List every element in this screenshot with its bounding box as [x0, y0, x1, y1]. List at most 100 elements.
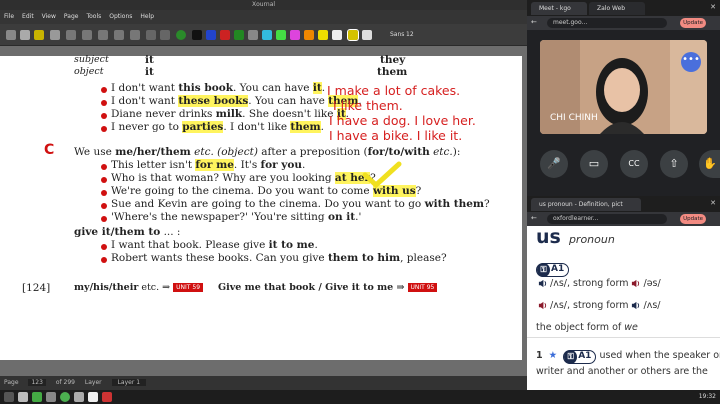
- layer-select[interactable]: Layer 1: [111, 379, 147, 386]
- menu-options[interactable]: Options: [109, 10, 132, 24]
- participant-video[interactable]: ••• CHI CHINH: [540, 40, 707, 134]
- files-icon[interactable]: [18, 392, 28, 402]
- captions-icon[interactable]: CC: [620, 150, 648, 178]
- color-light-blue[interactable]: [262, 30, 272, 40]
- url-field[interactable]: meet.goo...: [547, 18, 667, 28]
- app-menu-icon[interactable]: [4, 392, 14, 402]
- handwritten-note: I have a dog. I love her.: [329, 113, 476, 128]
- color-swatch-white[interactable]: [362, 30, 372, 40]
- color-magenta[interactable]: [290, 30, 300, 40]
- select-region-icon[interactable]: [98, 30, 108, 40]
- color-white[interactable]: [332, 30, 342, 40]
- color-blue[interactable]: [206, 30, 216, 40]
- example-line: Robert wants these books. Can you give t…: [111, 252, 447, 264]
- sense-1-continued: writer and another or others are the: [536, 366, 708, 377]
- menu-file[interactable]: File: [4, 10, 14, 24]
- speaker-us-strong-icon[interactable]: [631, 301, 640, 310]
- menu-tools[interactable]: Tools: [86, 10, 101, 24]
- speaker-uk-strong-icon[interactable]: [631, 279, 640, 288]
- headword: us: [536, 226, 561, 248]
- example-line: I want that book. Please give it to me.: [111, 239, 318, 251]
- toolbar: Sans 12: [0, 24, 527, 46]
- page-number-input[interactable]: 123: [28, 379, 46, 386]
- color-green[interactable]: [234, 30, 244, 40]
- oxford-3000-icon: ⚿: [564, 349, 578, 364]
- dictionary-entry: us pronoun ⚿ A1 /ʌs/, strong form /əs/ /ʌ…: [527, 226, 720, 390]
- color-gray[interactable]: [248, 30, 258, 40]
- clock: 19:32: [698, 393, 716, 400]
- thin-line-icon[interactable]: [146, 30, 156, 40]
- table-object-label: object: [74, 66, 104, 77]
- video-app-icon[interactable]: [102, 392, 112, 402]
- update-button[interactable]: Update: [680, 214, 706, 224]
- example-line: Sue and Kevin are going to the cinema. D…: [111, 198, 490, 210]
- pen-icon[interactable]: [6, 30, 16, 40]
- menu-page[interactable]: Page: [64, 10, 79, 24]
- chrome-icon[interactable]: [60, 392, 70, 402]
- bullet: [101, 257, 107, 263]
- vertical-space-icon[interactable]: [114, 30, 124, 40]
- entry-heading: us pronoun: [536, 226, 615, 248]
- unit-59-badge[interactable]: UNIT 59: [173, 283, 204, 292]
- url-field[interactable]: oxfordlearner...: [547, 214, 667, 224]
- camera-icon[interactable]: ▭: [580, 150, 608, 178]
- tab-zalo[interactable]: Zalo Web: [589, 2, 645, 15]
- speaker-uk-icon[interactable]: [538, 279, 547, 288]
- menu-help[interactable]: Help: [140, 10, 154, 24]
- menu-edit[interactable]: Edit: [22, 10, 34, 24]
- color-light-green[interactable]: [276, 30, 286, 40]
- selected-color-yellow[interactable]: [347, 29, 359, 41]
- bullet: [101, 203, 107, 209]
- text-tool-icon[interactable]: [50, 30, 60, 40]
- speaker-us-icon[interactable]: [538, 301, 547, 310]
- present-icon[interactable]: ⇧: [660, 150, 688, 178]
- cross-reference: my/his/their etc. ⇒ UNIT 59 Give me that…: [74, 282, 438, 293]
- color-yellow[interactable]: [318, 30, 328, 40]
- color-red[interactable]: [220, 30, 230, 40]
- color-black[interactable]: [192, 30, 202, 40]
- font-name[interactable]: Sans: [390, 31, 404, 38]
- handwritten-note: I make a lot of cakes.: [327, 83, 461, 98]
- microphone-icon[interactable]: 🎤: [540, 150, 568, 178]
- xournal-icon[interactable]: [88, 392, 98, 402]
- green-circle-icon[interactable]: [176, 30, 186, 40]
- example-line: I don't want these books. You can have t…: [111, 95, 362, 107]
- pronunciation-row-2: /ʌs/, strong form /ʌs/: [538, 300, 661, 311]
- update-button[interactable]: Update: [680, 18, 706, 28]
- tab-strip: us pronoun - Definition, pict ✕: [527, 196, 720, 212]
- font-size[interactable]: 12: [406, 31, 414, 38]
- document-canvas[interactable]: subject it they object it them I don't w…: [0, 46, 527, 376]
- folder-icon[interactable]: [46, 392, 56, 402]
- definition-intro: the object form of we: [536, 322, 638, 333]
- eraser-icon[interactable]: [20, 30, 30, 40]
- tab-meet[interactable]: Meet - kgo: [531, 2, 587, 15]
- tab-dictionary[interactable]: us pronoun - Definition, pict: [531, 198, 641, 211]
- select-rect-icon[interactable]: [82, 30, 92, 40]
- text-editor-icon[interactable]: [74, 392, 84, 402]
- close-icon[interactable]: ✕: [710, 199, 716, 207]
- section-c-intro: We use me/her/them etc. (object) after a…: [74, 146, 461, 158]
- image-tool-icon[interactable]: [66, 30, 76, 40]
- window-title: Xournal: [0, 0, 527, 10]
- section-letter: C: [44, 142, 55, 158]
- pronunciation-row-1: /ʌs/, strong form /əs/: [538, 278, 661, 289]
- book-page[interactable]: subject it they object it them I don't w…: [0, 54, 522, 360]
- medium-line-icon[interactable]: [160, 30, 170, 40]
- hand-tool-icon[interactable]: [130, 30, 140, 40]
- meet-window: Meet - kgo Zalo Web ✕ ← meet.goo... Upda…: [527, 0, 720, 196]
- terminal-icon[interactable]: [32, 392, 42, 402]
- color-orange[interactable]: [304, 30, 314, 40]
- highlighter-icon[interactable]: [34, 30, 44, 40]
- raise-hand-icon[interactable]: ✋: [699, 150, 720, 178]
- more-options-icon[interactable]: •••: [681, 52, 701, 72]
- menu-view[interactable]: View: [42, 10, 56, 24]
- close-icon[interactable]: ✕: [710, 3, 716, 11]
- address-bar: ← meet.goo... Update: [527, 16, 720, 30]
- unit-95-badge[interactable]: UNIT 95: [407, 283, 438, 292]
- address-bar: ← oxfordlearner... Update: [527, 212, 720, 226]
- example-line: I don't want this book. You can have it.: [111, 82, 326, 94]
- example-line: 'Where's the newspaper?' 'You're sitting…: [111, 211, 362, 223]
- star-icon[interactable]: ★: [549, 350, 558, 361]
- back-icon[interactable]: ←: [531, 214, 537, 222]
- back-icon[interactable]: ←: [531, 18, 537, 26]
